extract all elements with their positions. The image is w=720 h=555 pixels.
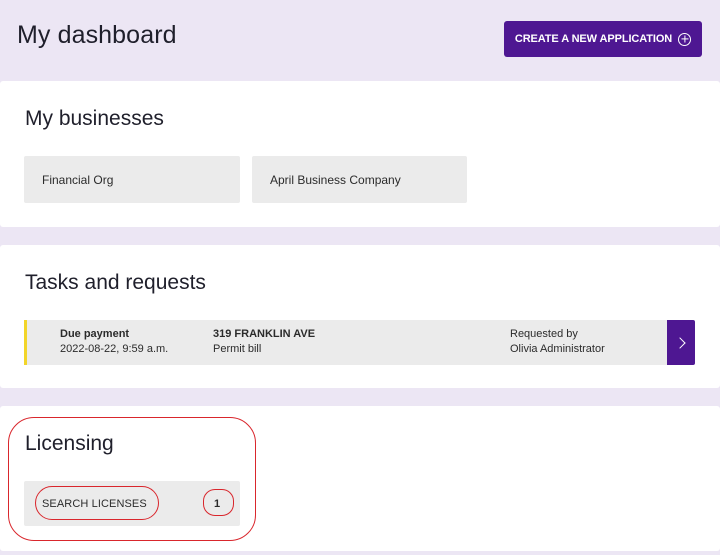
task-description: Permit bill (213, 343, 262, 355)
licensing-title: Licensing (25, 432, 114, 455)
task-requested-by-label: Requested by (510, 328, 578, 340)
task-datetime: 2022-08-22, 9:59 a.m. (60, 343, 169, 355)
task-requester-column: Requested by Olivia Administrator (510, 327, 605, 357)
search-licenses-label: SEARCH LICENSES (42, 498, 147, 510)
task-address-column: 319 FRANKLIN AVE Permit bill (213, 327, 315, 357)
tasks-card: Tasks and requests Due payment 2022-08-2… (0, 245, 720, 388)
task-row[interactable]: Due payment 2022-08-22, 9:59 a.m. 319 FR… (24, 320, 667, 365)
business-card-april-business-company[interactable]: April Business Company (252, 156, 467, 203)
create-application-label: CREATE A NEW APPLICATION (514, 33, 673, 45)
task-type: Due payment (60, 328, 130, 340)
page-title: My dashboard (17, 21, 177, 49)
business-name: Financial Org (42, 172, 114, 187)
plus-circle-icon (678, 32, 692, 46)
license-count-badge: 1 (214, 498, 221, 510)
task-type-column: Due payment 2022-08-22, 9:59 a.m. (60, 327, 168, 357)
business-card-financial-org[interactable]: Financial Org (24, 156, 240, 203)
search-licenses-button[interactable]: SEARCH LICENSES 1 (24, 481, 240, 526)
create-application-button[interactable]: CREATE A NEW APPLICATION (504, 21, 702, 57)
licensing-card: Licensing SEARCH LICENSES 1 (0, 406, 720, 551)
tasks-title: Tasks and requests (25, 271, 206, 294)
task-open-button[interactable] (667, 320, 695, 365)
dashboard-header: My dashboard CREATE A NEW APPLICATION (0, 0, 720, 80)
businesses-card: My businesses Financial Org April Busine… (0, 81, 720, 227)
chevron-right-icon (673, 336, 686, 349)
businesses-title: My businesses (25, 107, 164, 130)
business-name: April Business Company (270, 172, 401, 187)
task-requester: Olivia Administrator (510, 343, 605, 355)
task-address: 319 FRANKLIN AVE (213, 328, 316, 340)
